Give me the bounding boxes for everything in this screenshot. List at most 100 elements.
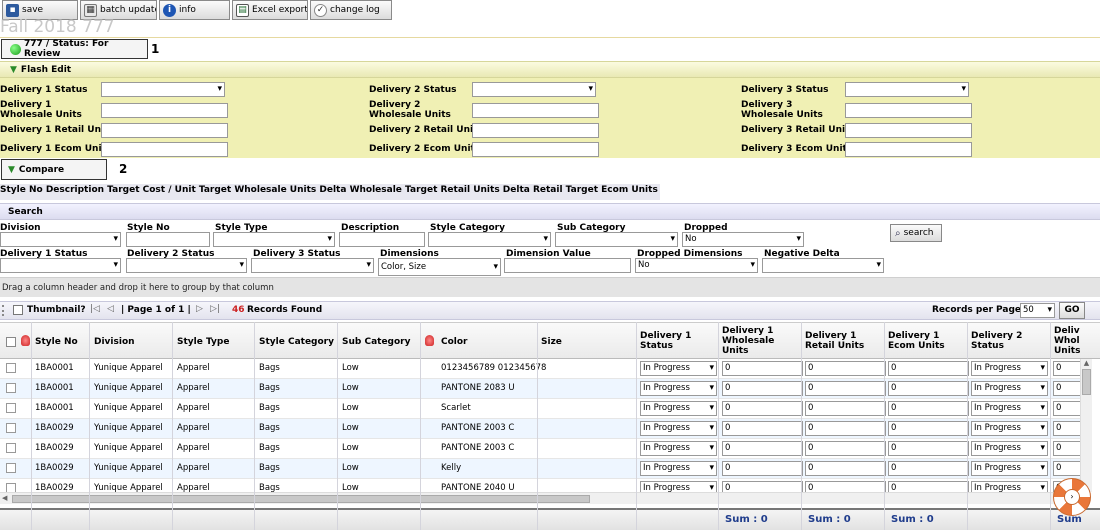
horizontal-scrollbar[interactable]: ◀ ▶ bbox=[0, 492, 1080, 504]
col-d2-status[interactable]: Delivery 2 Status bbox=[971, 331, 1049, 351]
cell-d1-retail-input[interactable]: 0 bbox=[805, 381, 886, 396]
scroll-up-icon[interactable]: ▲ bbox=[1081, 359, 1092, 367]
d1-ecom-input[interactable] bbox=[101, 142, 228, 157]
cell-d2-wholesale-input[interactable]: 0 bbox=[1053, 421, 1080, 436]
col-style-category[interactable]: Style Category bbox=[259, 337, 334, 347]
cell-d1-ecom-input[interactable]: 0 bbox=[888, 421, 969, 436]
compare-header[interactable]: ▼ Compare bbox=[1, 159, 107, 180]
scroll-left-icon[interactable]: ◀ bbox=[2, 494, 7, 502]
next-page-icon[interactable]: ▷ bbox=[196, 304, 203, 314]
cell-d1-retail-input[interactable]: 0 bbox=[805, 461, 886, 476]
flash-edit-header[interactable]: ▼ Flash Edit bbox=[0, 61, 1100, 78]
sub-category-select[interactable] bbox=[555, 232, 678, 247]
info-button[interactable]: i info bbox=[159, 0, 230, 20]
col-size[interactable]: Size bbox=[541, 337, 562, 347]
table-row[interactable]: 1BA0029 Yunique Apparel Apparel Bags Low PANT… bbox=[0, 479, 1080, 492]
table-row[interactable]: 1BA0001 Yunique Apparel Apparel Bags Low Scar… bbox=[0, 399, 1080, 419]
d1-retail-input[interactable] bbox=[101, 123, 228, 138]
d2-retail-input[interactable] bbox=[472, 123, 599, 138]
cell-d1-retail-input[interactable]: 0 bbox=[805, 441, 886, 456]
change-log-button[interactable]: ✓ change log bbox=[310, 0, 392, 20]
horizontal-scroll-thumb[interactable] bbox=[12, 495, 590, 503]
d2-ecom-input[interactable] bbox=[472, 142, 599, 157]
col-sub-category[interactable]: Sub Category bbox=[342, 337, 410, 347]
select-all-checkbox[interactable] bbox=[6, 337, 16, 347]
dropped-dimensions-select[interactable]: No bbox=[635, 258, 758, 273]
cell-d2-status-select[interactable]: In Progress bbox=[971, 481, 1048, 492]
excel-export-button[interactable]: ▤ Excel export bbox=[232, 0, 308, 20]
cell-d1-retail-input[interactable]: 0 bbox=[805, 401, 886, 416]
d2-wholesale-input[interactable] bbox=[472, 103, 599, 118]
table-row[interactable]: 1BA0001 Yunique Apparel Apparel Bags Low 0123… bbox=[0, 359, 1080, 379]
dimension-value-input[interactable] bbox=[504, 258, 631, 273]
d1-wholesale-input[interactable] bbox=[101, 103, 228, 118]
d1-status-select[interactable] bbox=[101, 82, 225, 97]
cell-d2-status-select[interactable]: In Progress bbox=[971, 441, 1048, 456]
cell-d1-wholesale-input[interactable]: 0 bbox=[722, 461, 803, 476]
status-tab[interactable]: 777 / Status: For Review bbox=[1, 39, 148, 59]
col-style-no[interactable]: Style No bbox=[35, 337, 78, 347]
d3-status-select[interactable] bbox=[845, 82, 969, 97]
dimensions-select[interactable]: Color, Size bbox=[378, 258, 501, 276]
cell-d1-ecom-input[interactable]: 0 bbox=[888, 441, 969, 456]
cell-d1-status-select[interactable]: In Progress bbox=[640, 381, 717, 396]
cell-d2-wholesale-input[interactable]: 0 bbox=[1053, 361, 1080, 376]
cell-d2-status-select[interactable]: In Progress bbox=[971, 461, 1048, 476]
cell-d1-ecom-input[interactable]: 0 bbox=[888, 401, 969, 416]
cell-d1-status-select[interactable]: In Progress bbox=[640, 461, 717, 476]
cell-d2-status-select[interactable]: In Progress bbox=[971, 401, 1048, 416]
row-checkbox[interactable] bbox=[6, 383, 16, 393]
cell-d1-retail-input[interactable]: 0 bbox=[805, 361, 886, 376]
style-no-input[interactable] bbox=[126, 232, 210, 247]
col-d1-wholesale[interactable]: Delivery 1 Wholesale Units bbox=[722, 326, 800, 356]
row-checkbox[interactable] bbox=[6, 463, 16, 473]
thumbnail-checkbox[interactable] bbox=[13, 305, 23, 315]
style-type-select[interactable] bbox=[213, 232, 335, 247]
negative-delta-select[interactable] bbox=[762, 258, 884, 273]
d3-retail-input[interactable] bbox=[845, 123, 972, 138]
cell-d1-status-select[interactable]: In Progress bbox=[640, 401, 717, 416]
cell-d2-wholesale-input[interactable]: 0 bbox=[1053, 401, 1080, 416]
row-checkbox[interactable] bbox=[6, 423, 16, 433]
col-division[interactable]: Division bbox=[94, 337, 135, 347]
last-page-icon[interactable]: ▷| bbox=[210, 304, 220, 314]
first-page-icon[interactable]: |◁ bbox=[90, 304, 100, 314]
row-checkbox[interactable] bbox=[6, 363, 16, 373]
prev-page-icon[interactable]: ◁ bbox=[107, 304, 114, 314]
table-row[interactable]: 1BA0029 Yunique Apparel Apparel Bags Low PANT… bbox=[0, 439, 1080, 459]
cell-d2-status-select[interactable]: In Progress bbox=[971, 381, 1048, 396]
cell-d1-retail-input[interactable]: 0 bbox=[805, 421, 886, 436]
go-button[interactable]: GO bbox=[1059, 302, 1085, 319]
records-per-page-select[interactable]: 50 bbox=[1020, 303, 1055, 318]
table-row[interactable]: 1BA0029 Yunique Apparel Apparel Bags Low PANT… bbox=[0, 419, 1080, 439]
vertical-scrollbar[interactable]: ▲ bbox=[1080, 359, 1092, 492]
cell-d2-status-select[interactable]: In Progress bbox=[971, 361, 1048, 376]
cell-d1-wholesale-input[interactable]: 0 bbox=[722, 441, 803, 456]
search-d1-status-select[interactable] bbox=[0, 258, 121, 273]
cell-d1-ecom-input[interactable]: 0 bbox=[888, 381, 969, 396]
style-category-select[interactable] bbox=[428, 232, 551, 247]
cell-d1-retail-input[interactable]: 0 bbox=[805, 481, 886, 492]
row-checkbox[interactable] bbox=[6, 483, 16, 492]
description-input[interactable] bbox=[339, 232, 425, 247]
cell-d1-status-select[interactable]: In Progress bbox=[640, 481, 717, 492]
cell-d2-wholesale-input[interactable]: 0 bbox=[1053, 381, 1080, 396]
col-d2-wholesale[interactable]: Delive Whol Units bbox=[1054, 326, 1080, 356]
row-checkbox[interactable] bbox=[6, 443, 16, 453]
search-button[interactable]: ⌕ search bbox=[890, 224, 942, 242]
col-style-type[interactable]: Style Type bbox=[177, 337, 229, 347]
col-d1-ecom[interactable]: Delivery 1 Ecom Units bbox=[888, 331, 966, 351]
row-checkbox[interactable] bbox=[6, 403, 16, 413]
cell-d2-wholesale-input[interactable]: 0 bbox=[1053, 461, 1080, 476]
dropped-select[interactable]: No bbox=[682, 232, 804, 247]
cell-d1-wholesale-input[interactable]: 0 bbox=[722, 481, 803, 492]
table-row[interactable]: 1BA0029 Yunique Apparel Apparel Bags Low Kell… bbox=[0, 459, 1080, 479]
search-d3-status-select[interactable] bbox=[251, 258, 374, 273]
cell-d1-wholesale-input[interactable]: 0 bbox=[722, 381, 803, 396]
division-select[interactable] bbox=[0, 232, 121, 247]
help-lifebuoy-icon[interactable]: › bbox=[1053, 478, 1091, 516]
col-d1-status[interactable]: Delivery 1 Status bbox=[640, 331, 718, 351]
cell-d1-wholesale-input[interactable]: 0 bbox=[722, 421, 803, 436]
d3-ecom-input[interactable] bbox=[845, 142, 972, 157]
group-by-area[interactable]: Drag a column header and drop it here to… bbox=[0, 277, 1100, 297]
